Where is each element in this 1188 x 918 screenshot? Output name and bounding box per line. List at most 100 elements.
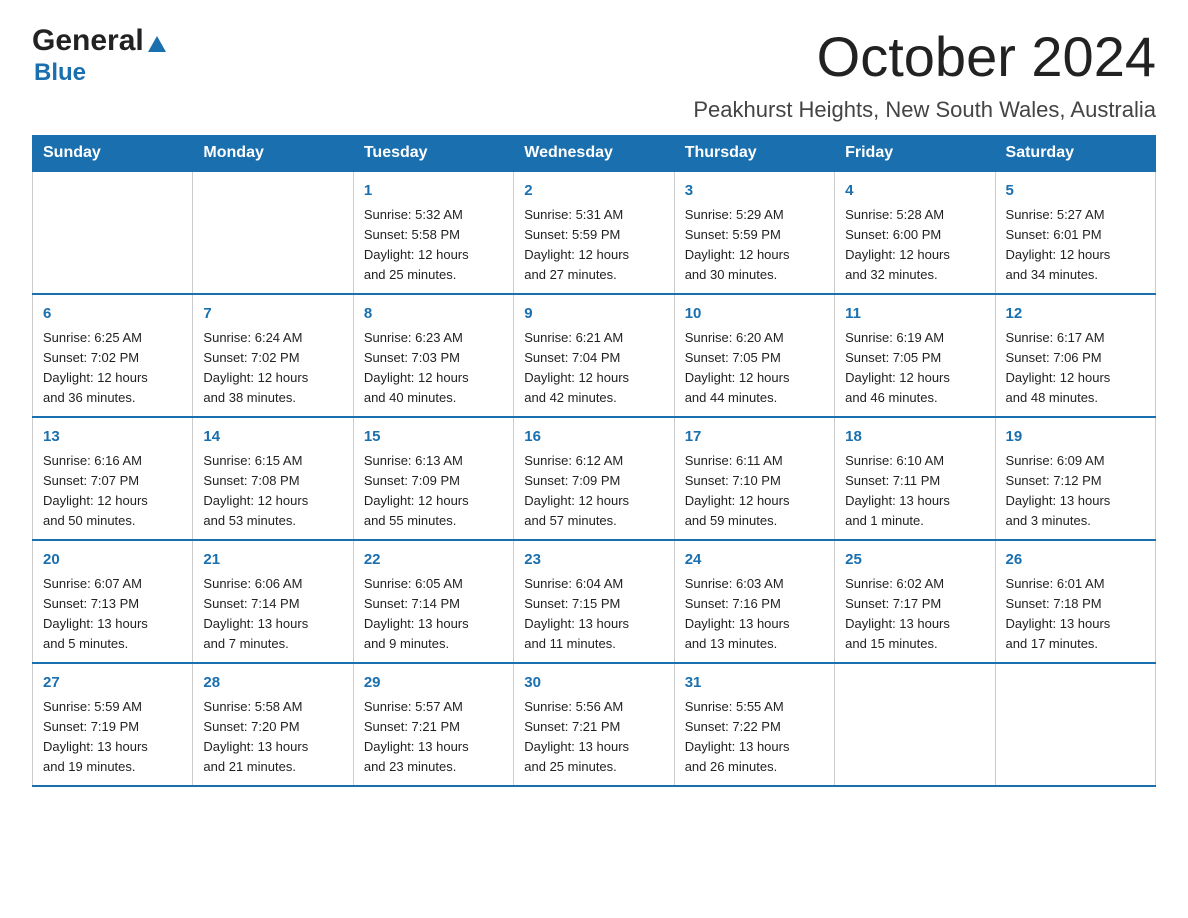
calendar-cell: 28Sunrise: 5:58 AM Sunset: 7:20 PM Dayli… [193, 663, 353, 786]
logo: General Blue [32, 24, 168, 87]
day-info: Sunrise: 5:29 AM Sunset: 5:59 PM Dayligh… [685, 205, 824, 286]
day-number: 9 [524, 303, 663, 326]
day-number: 24 [685, 549, 824, 572]
day-info: Sunrise: 6:19 AM Sunset: 7:05 PM Dayligh… [845, 328, 984, 409]
calendar-cell: 20Sunrise: 6:07 AM Sunset: 7:13 PM Dayli… [33, 540, 193, 663]
calendar-week-4: 20Sunrise: 6:07 AM Sunset: 7:13 PM Dayli… [33, 540, 1156, 663]
day-info: Sunrise: 6:16 AM Sunset: 7:07 PM Dayligh… [43, 451, 182, 532]
day-number: 26 [1006, 549, 1145, 572]
calendar-cell: 14Sunrise: 6:15 AM Sunset: 7:08 PM Dayli… [193, 417, 353, 540]
day-number: 2 [524, 180, 663, 203]
calendar-cell: 31Sunrise: 5:55 AM Sunset: 7:22 PM Dayli… [674, 663, 834, 786]
day-info: Sunrise: 5:32 AM Sunset: 5:58 PM Dayligh… [364, 205, 503, 286]
day-info: Sunrise: 6:15 AM Sunset: 7:08 PM Dayligh… [203, 451, 342, 532]
calendar-cell: 19Sunrise: 6:09 AM Sunset: 7:12 PM Dayli… [995, 417, 1155, 540]
calendar-cell: 15Sunrise: 6:13 AM Sunset: 7:09 PM Dayli… [353, 417, 513, 540]
day-info: Sunrise: 6:17 AM Sunset: 7:06 PM Dayligh… [1006, 328, 1145, 409]
calendar-cell: 21Sunrise: 6:06 AM Sunset: 7:14 PM Dayli… [193, 540, 353, 663]
day-number: 11 [845, 303, 984, 326]
calendar-cell: 26Sunrise: 6:01 AM Sunset: 7:18 PM Dayli… [995, 540, 1155, 663]
day-info: Sunrise: 6:04 AM Sunset: 7:15 PM Dayligh… [524, 574, 663, 655]
day-info: Sunrise: 6:20 AM Sunset: 7:05 PM Dayligh… [685, 328, 824, 409]
day-number: 4 [845, 180, 984, 203]
day-info: Sunrise: 5:57 AM Sunset: 7:21 PM Dayligh… [364, 697, 503, 778]
day-number: 17 [685, 426, 824, 449]
calendar-cell: 23Sunrise: 6:04 AM Sunset: 7:15 PM Dayli… [514, 540, 674, 663]
calendar-cell [835, 663, 995, 786]
calendar-cell: 11Sunrise: 6:19 AM Sunset: 7:05 PM Dayli… [835, 294, 995, 417]
day-info: Sunrise: 6:24 AM Sunset: 7:02 PM Dayligh… [203, 328, 342, 409]
day-number: 12 [1006, 303, 1145, 326]
day-number: 22 [364, 549, 503, 572]
calendar-cell: 27Sunrise: 5:59 AM Sunset: 7:19 PM Dayli… [33, 663, 193, 786]
day-info: Sunrise: 6:13 AM Sunset: 7:09 PM Dayligh… [364, 451, 503, 532]
day-number: 28 [203, 672, 342, 695]
day-info: Sunrise: 6:05 AM Sunset: 7:14 PM Dayligh… [364, 574, 503, 655]
location-title: Peakhurst Heights, New South Wales, Aust… [32, 97, 1156, 123]
calendar-cell: 29Sunrise: 5:57 AM Sunset: 7:21 PM Dayli… [353, 663, 513, 786]
day-info: Sunrise: 6:03 AM Sunset: 7:16 PM Dayligh… [685, 574, 824, 655]
day-number: 3 [685, 180, 824, 203]
day-info: Sunrise: 5:31 AM Sunset: 5:59 PM Dayligh… [524, 205, 663, 286]
day-number: 19 [1006, 426, 1145, 449]
day-number: 25 [845, 549, 984, 572]
day-info: Sunrise: 6:09 AM Sunset: 7:12 PM Dayligh… [1006, 451, 1145, 532]
day-info: Sunrise: 6:23 AM Sunset: 7:03 PM Dayligh… [364, 328, 503, 409]
day-number: 14 [203, 426, 342, 449]
calendar-table: SundayMondayTuesdayWednesdayThursdayFrid… [32, 135, 1156, 787]
day-info: Sunrise: 5:27 AM Sunset: 6:01 PM Dayligh… [1006, 205, 1145, 286]
day-header-wednesday: Wednesday [514, 136, 674, 172]
day-info: Sunrise: 6:25 AM Sunset: 7:02 PM Dayligh… [43, 328, 182, 409]
calendar-week-3: 13Sunrise: 6:16 AM Sunset: 7:07 PM Dayli… [33, 417, 1156, 540]
calendar-cell: 22Sunrise: 6:05 AM Sunset: 7:14 PM Dayli… [353, 540, 513, 663]
day-header-friday: Friday [835, 136, 995, 172]
day-number: 27 [43, 672, 182, 695]
day-number: 16 [524, 426, 663, 449]
calendar-cell: 1Sunrise: 5:32 AM Sunset: 5:58 PM Daylig… [353, 171, 513, 294]
day-info: Sunrise: 5:28 AM Sunset: 6:00 PM Dayligh… [845, 205, 984, 286]
day-info: Sunrise: 6:06 AM Sunset: 7:14 PM Dayligh… [203, 574, 342, 655]
logo-triangle-icon [146, 32, 168, 59]
day-info: Sunrise: 6:12 AM Sunset: 7:09 PM Dayligh… [524, 451, 663, 532]
calendar-cell: 30Sunrise: 5:56 AM Sunset: 7:21 PM Dayli… [514, 663, 674, 786]
day-number: 29 [364, 672, 503, 695]
calendar-cell: 4Sunrise: 5:28 AM Sunset: 6:00 PM Daylig… [835, 171, 995, 294]
day-number: 6 [43, 303, 182, 326]
calendar-cell: 24Sunrise: 6:03 AM Sunset: 7:16 PM Dayli… [674, 540, 834, 663]
calendar-cell: 18Sunrise: 6:10 AM Sunset: 7:11 PM Dayli… [835, 417, 995, 540]
day-number: 20 [43, 549, 182, 572]
day-number: 31 [685, 672, 824, 695]
logo-top: General [32, 24, 168, 59]
calendar-cell: 9Sunrise: 6:21 AM Sunset: 7:04 PM Daylig… [514, 294, 674, 417]
day-number: 8 [364, 303, 503, 326]
calendar-cell: 5Sunrise: 5:27 AM Sunset: 6:01 PM Daylig… [995, 171, 1155, 294]
calendar-cell: 3Sunrise: 5:29 AM Sunset: 5:59 PM Daylig… [674, 171, 834, 294]
calendar-cell: 10Sunrise: 6:20 AM Sunset: 7:05 PM Dayli… [674, 294, 834, 417]
calendar-header-row: SundayMondayTuesdayWednesdayThursdayFrid… [33, 136, 1156, 172]
calendar-cell: 17Sunrise: 6:11 AM Sunset: 7:10 PM Dayli… [674, 417, 834, 540]
day-number: 21 [203, 549, 342, 572]
day-number: 1 [364, 180, 503, 203]
day-number: 23 [524, 549, 663, 572]
calendar-cell [193, 171, 353, 294]
month-title: October 2024 [817, 24, 1156, 89]
calendar-cell: 8Sunrise: 6:23 AM Sunset: 7:03 PM Daylig… [353, 294, 513, 417]
day-info: Sunrise: 6:02 AM Sunset: 7:17 PM Dayligh… [845, 574, 984, 655]
day-number: 5 [1006, 180, 1145, 203]
logo-blue-text: Blue [34, 59, 86, 87]
calendar-cell: 7Sunrise: 6:24 AM Sunset: 7:02 PM Daylig… [193, 294, 353, 417]
day-header-sunday: Sunday [33, 136, 193, 172]
day-number: 13 [43, 426, 182, 449]
calendar-cell: 6Sunrise: 6:25 AM Sunset: 7:02 PM Daylig… [33, 294, 193, 417]
day-number: 15 [364, 426, 503, 449]
calendar-cell [995, 663, 1155, 786]
header: General Blue October 2024 [32, 24, 1156, 89]
calendar-week-5: 27Sunrise: 5:59 AM Sunset: 7:19 PM Dayli… [33, 663, 1156, 786]
right-header: October 2024 [817, 24, 1156, 89]
day-header-saturday: Saturday [995, 136, 1155, 172]
day-info: Sunrise: 5:56 AM Sunset: 7:21 PM Dayligh… [524, 697, 663, 778]
day-number: 30 [524, 672, 663, 695]
calendar-cell: 12Sunrise: 6:17 AM Sunset: 7:06 PM Dayli… [995, 294, 1155, 417]
day-info: Sunrise: 6:01 AM Sunset: 7:18 PM Dayligh… [1006, 574, 1145, 655]
calendar-cell [33, 171, 193, 294]
